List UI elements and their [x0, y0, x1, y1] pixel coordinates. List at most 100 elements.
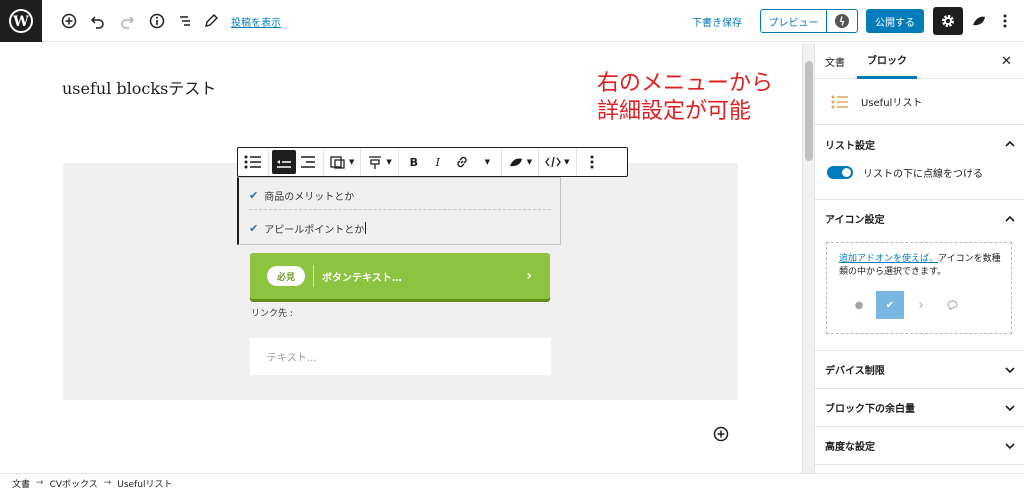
annotation-text: 右のメニューから 詳細設定が可能: [597, 71, 774, 124]
breadcrumb-item[interactable]: Usefulリスト: [117, 477, 172, 490]
leaf-format-button[interactable]: ▼: [505, 150, 535, 174]
panel-title: リスト設定: [825, 140, 875, 152]
more-options-icon: [590, 155, 594, 169]
panel-icon-settings[interactable]: アイコン設定: [815, 199, 1024, 237]
block-style-icon: [330, 156, 345, 169]
toggle-knob: [842, 168, 851, 177]
addon-notice: 追加アドオンを使えば、アイコンを数種類の中から選択できます。 ● ✔ ›: [826, 242, 1012, 334]
undo-icon[interactable]: [88, 11, 108, 31]
block-style-button[interactable]: ▼: [327, 150, 357, 174]
list-type-button[interactable]: [241, 150, 265, 174]
dotted-line-toggle[interactable]: [827, 166, 853, 179]
redo-icon[interactable]: [117, 11, 137, 31]
toggle-label: リストの下に点線をつける: [863, 169, 983, 180]
dotted-line-toggle-row: リストの下に点線をつける: [827, 165, 983, 180]
comment-icon[interactable]: [938, 291, 966, 319]
breadcrumb: 文書 → CVボックス → Usefulリスト: [0, 473, 1024, 492]
list-item[interactable]: ✔ アピールポイントとか: [249, 214, 551, 242]
check-icon: ✔: [249, 189, 259, 202]
editor-canvas: useful blocksテスト 右のメニューから 詳細設定が可能 ▼ ▼ B …: [0, 43, 802, 473]
add-icon: [713, 426, 729, 442]
text-cursor: [365, 222, 367, 234]
block-card: Usefulリスト: [815, 79, 1024, 125]
list-icon: [244, 155, 261, 169]
breadcrumb-item[interactable]: 文書: [12, 477, 30, 490]
chevron-down-icon: [1005, 366, 1015, 373]
panel-device-control[interactable]: デバイス制限: [815, 350, 1024, 388]
scrollbar-thumb[interactable]: [805, 61, 813, 161]
chevron-down-icon: ▼: [386, 158, 392, 166]
addon-notice-text: 追加アドオンを使えば、アイコンを数種類の中から選択できます。: [839, 253, 1007, 279]
italic-button[interactable]: I: [426, 150, 450, 174]
code-button[interactable]: ▼: [542, 150, 572, 174]
preview-button[interactable]: プレビュー: [760, 9, 826, 33]
check-icon: ✔: [249, 221, 259, 235]
addon-link[interactable]: 追加アドオンを使えば、: [839, 254, 938, 264]
indent-button[interactable]: [296, 150, 320, 174]
cv-button-text[interactable]: ボタンテキスト…: [322, 269, 526, 284]
required-badge: 必見: [267, 266, 305, 286]
chevron-right-icon: ›: [526, 268, 532, 284]
show-post-link[interactable]: 投稿を表示: [231, 14, 281, 29]
panel-list-settings[interactable]: リスト設定: [815, 125, 1024, 163]
block-more-options-button[interactable]: [580, 150, 604, 174]
list-item-text: 商品のメリットとか: [264, 192, 355, 203]
icon-options: ● ✔ ›: [845, 291, 969, 319]
link-button[interactable]: [450, 150, 474, 174]
block-navigation-icon[interactable]: [175, 11, 195, 31]
edit-pencil-icon[interactable]: [201, 11, 221, 31]
tab-block[interactable]: ブロック: [857, 43, 917, 79]
sidebar-bottom-border: [815, 464, 1024, 473]
svg-text:W: W: [12, 14, 29, 30]
chevron-right-icon[interactable]: ›: [907, 291, 935, 319]
panel-title: ブロック下の余白量: [825, 404, 915, 415]
panel-title: アイコン設定: [825, 215, 885, 226]
more-options-icon[interactable]: [995, 11, 1015, 31]
wordpress-logo-icon[interactable]: W: [0, 0, 42, 42]
preview-external-button[interactable]: [826, 9, 858, 33]
canvas-scrollbar[interactable]: [802, 43, 814, 473]
cv-button-divider: [313, 265, 314, 287]
plugin-leaf-icon[interactable]: [969, 11, 989, 31]
post-title[interactable]: useful blocksテスト: [62, 75, 216, 99]
preview-external-icon: [835, 14, 849, 28]
publish-button[interactable]: 公開する: [866, 9, 924, 33]
cv-button[interactable]: 必見 ボタンテキスト… ›: [250, 253, 550, 299]
text-input[interactable]: テキスト…: [250, 338, 551, 375]
save-draft-button[interactable]: 下書き保存: [692, 14, 742, 29]
breadcrumb-item[interactable]: CVボックス: [50, 477, 98, 490]
add-block-button[interactable]: [713, 426, 729, 442]
panel-advanced[interactable]: 高度な設定: [815, 426, 1024, 464]
align-button[interactable]: ▼: [364, 150, 394, 174]
top-toolbar: W 投稿を表示 下書き保存 プレビュー 公開する: [0, 0, 1024, 42]
add-block-icon[interactable]: [59, 11, 79, 31]
dot-icon[interactable]: ●: [845, 291, 873, 319]
block-toolbar: ▼ ▼ B I ▼ ▼ ▼: [237, 147, 628, 177]
list-icon: [831, 95, 848, 108]
outdent-button[interactable]: [272, 150, 296, 174]
bold-button[interactable]: B: [402, 150, 426, 174]
info-icon[interactable]: [147, 11, 167, 31]
align-icon: [369, 156, 382, 169]
chevron-down-icon: [1005, 442, 1015, 449]
more-formats-button[interactable]: ▼: [474, 150, 498, 174]
settings-button[interactable]: [933, 7, 963, 35]
chevron-down-icon: ▼: [484, 158, 490, 166]
chevron-down-icon: ▼: [526, 158, 533, 166]
chevron-up-icon: [1005, 140, 1015, 147]
code-icon: [545, 156, 561, 168]
link-icon: [457, 156, 467, 168]
close-icon[interactable]: ✕: [1001, 54, 1012, 69]
indent-icon: [301, 156, 315, 168]
outdent-icon: [277, 160, 291, 168]
chevron-up-icon: [1005, 215, 1015, 222]
panel-block-margin[interactable]: ブロック下の余白量: [815, 388, 1024, 426]
check-icon[interactable]: ✔: [876, 291, 904, 319]
tab-document[interactable]: 文書: [825, 43, 845, 79]
panel-title: デバイス制限: [825, 366, 885, 377]
chevron-down-icon: ▼: [564, 158, 570, 166]
settings-sidebar: 文書 ブロック ✕ Usefulリスト リスト設定 リストの下に点線をつける ア…: [814, 43, 1024, 473]
list-item[interactable]: ✔ 商品のメリットとか: [249, 182, 551, 210]
chevron-down-icon: [1005, 404, 1015, 411]
useful-list-block[interactable]: ✔ 商品のメリットとか ✔ アピールポイントとか: [237, 177, 561, 245]
